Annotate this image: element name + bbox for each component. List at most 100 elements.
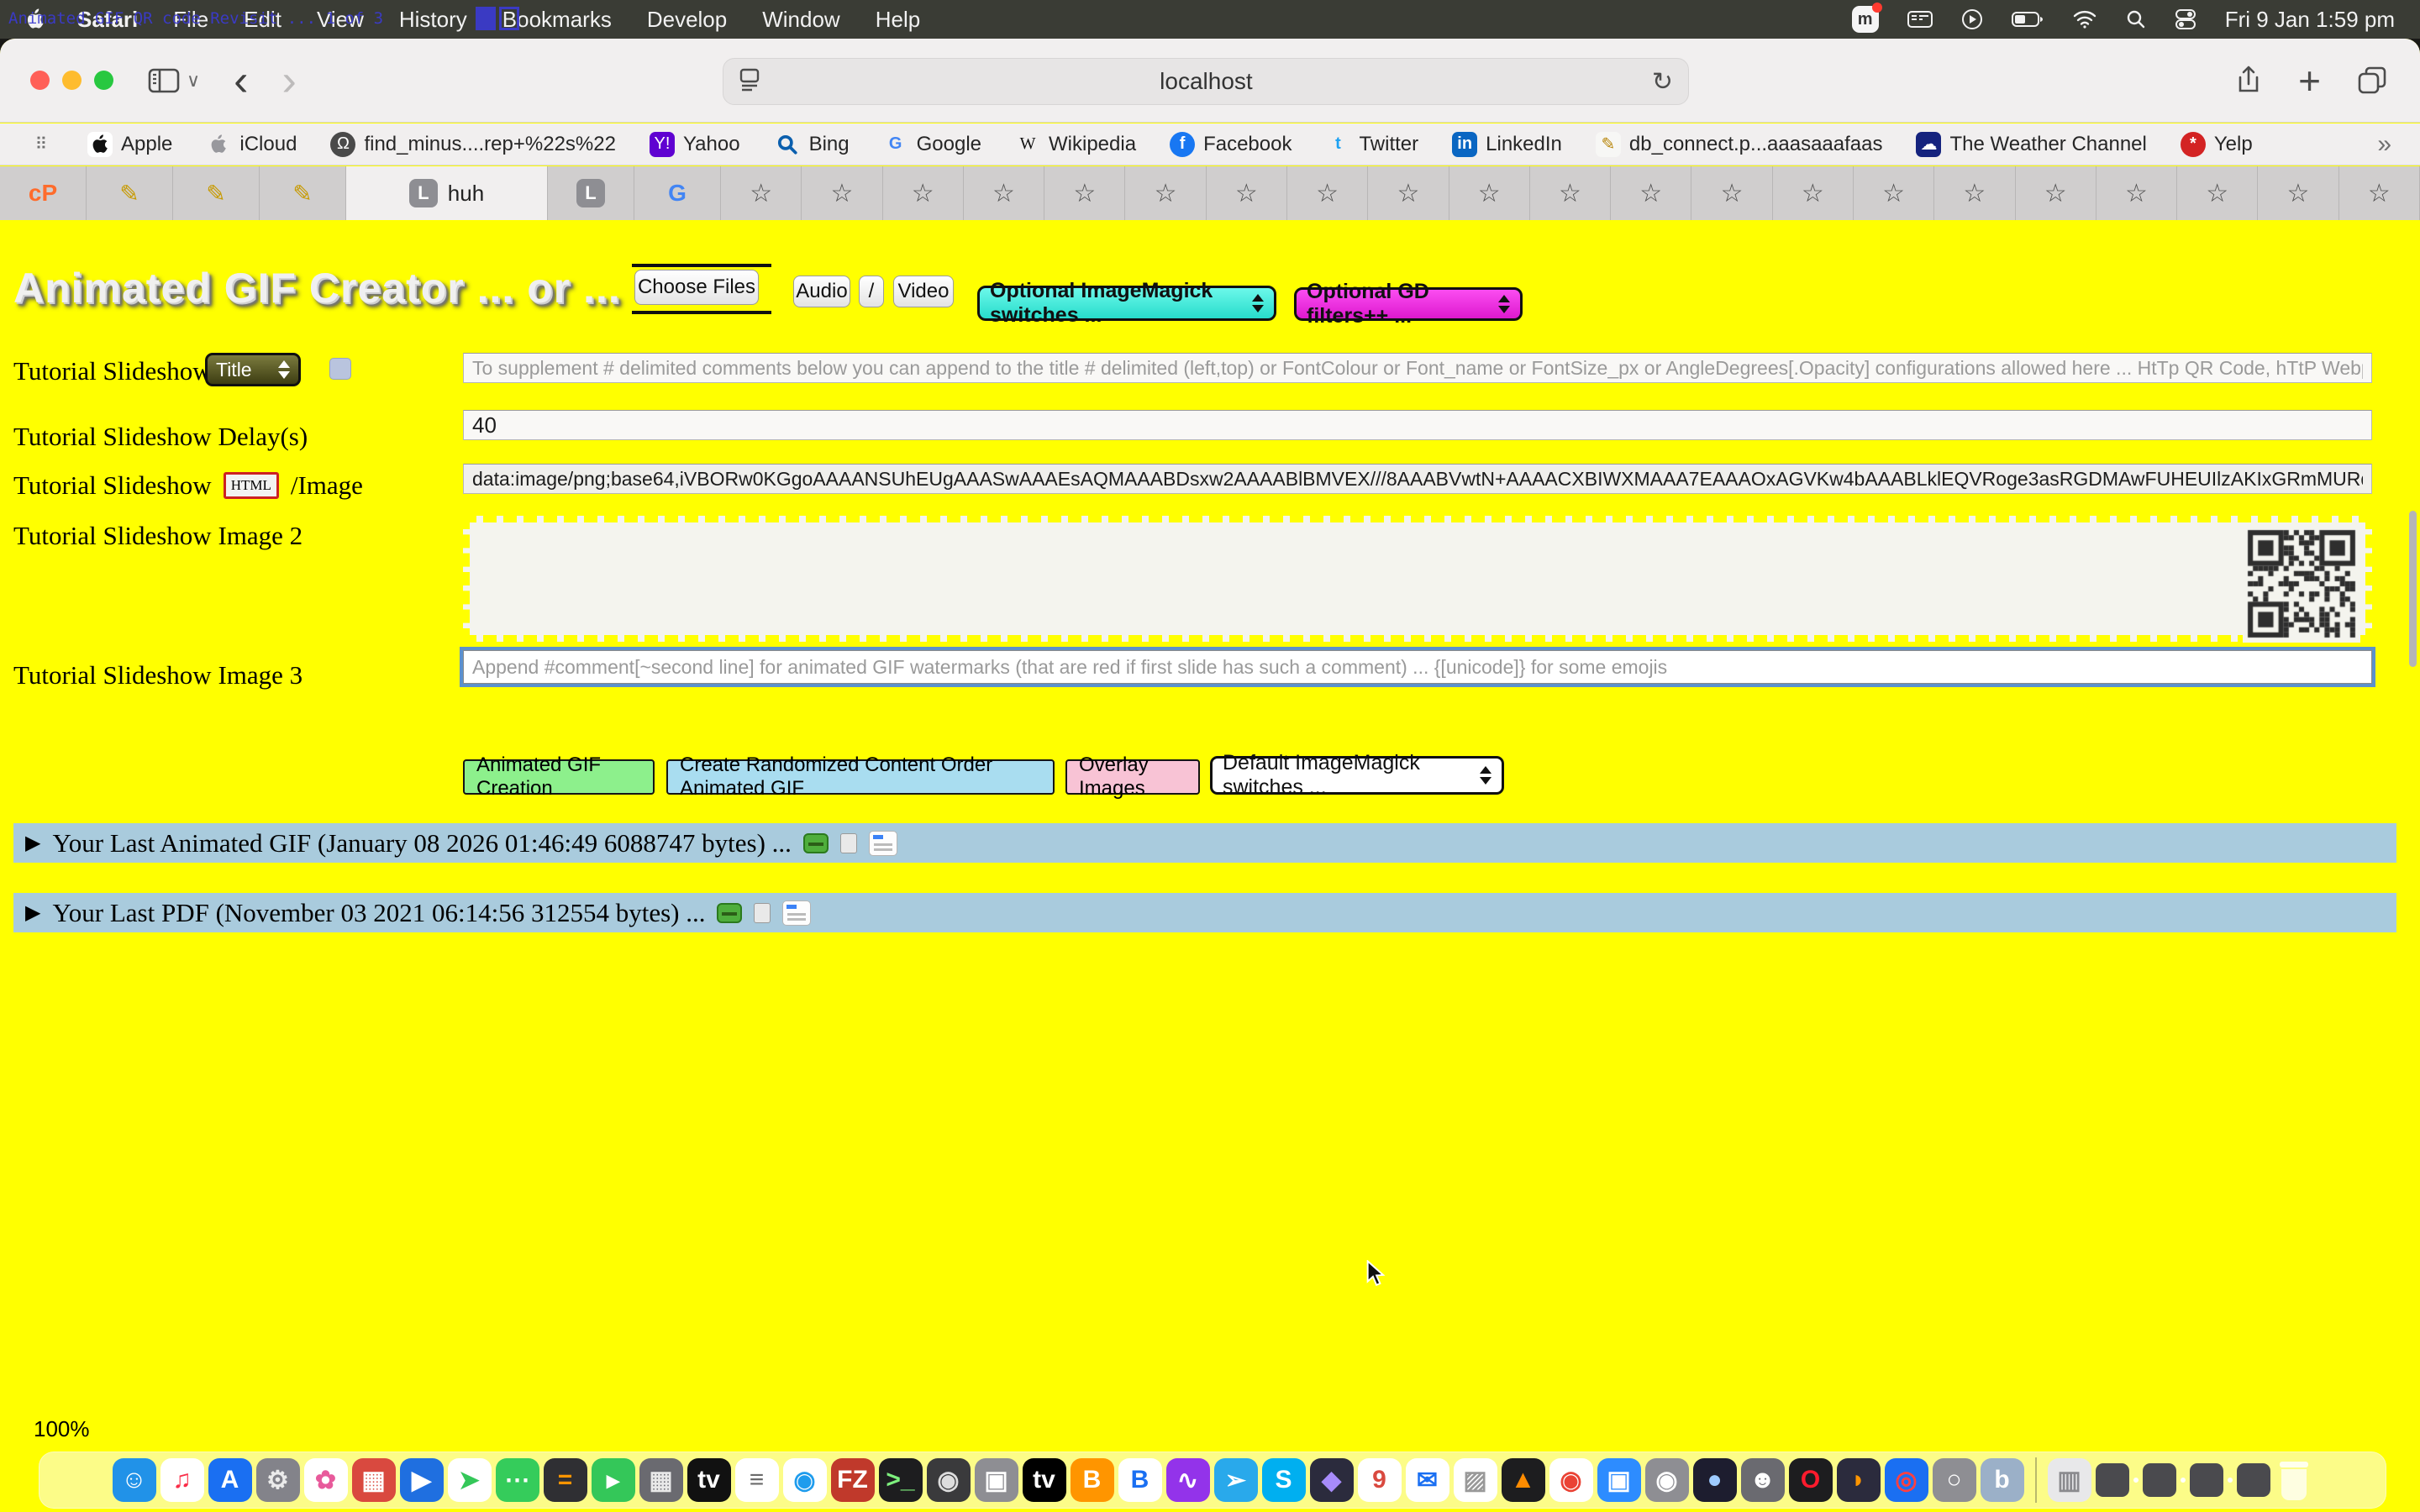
dock-earth[interactable]: ● xyxy=(1693,1458,1737,1502)
sidebar-icon[interactable] xyxy=(148,68,180,93)
dock-terminal[interactable]: >_ xyxy=(879,1458,923,1502)
dock-magnifier-app[interactable]: ○ xyxy=(1933,1458,1976,1502)
tab-empty-17[interactable]: ☆ xyxy=(2016,166,2096,220)
imagemagick-switches-select[interactable]: Optional ImageMagick switches ... xyxy=(977,286,1276,321)
dock-dock-divider[interactable] xyxy=(2035,1457,2037,1503)
file-icon[interactable] xyxy=(840,833,857,853)
dock-maps[interactable]: ➤ xyxy=(448,1458,492,1502)
disclosure-triangle-icon[interactable]: ▶ xyxy=(25,831,40,855)
sidebar-chevron-icon[interactable]: ∨ xyxy=(187,70,200,92)
tab-empty-7[interactable]: ☆ xyxy=(1207,166,1287,220)
overlay-images-button[interactable]: Overlay Images xyxy=(1065,759,1200,795)
dock-books[interactable]: B xyxy=(1071,1458,1114,1502)
dock-finder[interactable]: ☺ xyxy=(113,1458,156,1502)
favorite-db-connect[interactable]: ✎db_connect.p...aaasaaafaas xyxy=(1596,132,1883,157)
tab-empty-4[interactable]: ☆ xyxy=(964,166,1044,220)
choose-files-button[interactable]: Choose Files xyxy=(634,270,759,305)
favorite-find-minus[interactable]: Ωfind_minus....rep+%22s%22 xyxy=(330,132,616,157)
wifi-icon[interactable] xyxy=(2072,9,2097,29)
favorite-favorites-grid[interactable]: ⠿ xyxy=(29,132,54,157)
tab-empty-10[interactable]: ☆ xyxy=(1449,166,1530,220)
title-checkbox[interactable] xyxy=(329,358,351,380)
default-imagemagick-select[interactable]: Default ImageMagick switches ... xyxy=(1210,756,1504,795)
close-window-button[interactable] xyxy=(30,71,50,90)
dock-minimized-window-4[interactable] xyxy=(2237,1463,2270,1497)
dock-textedit[interactable]: ≡ xyxy=(735,1458,779,1502)
tab-overview-icon[interactable] xyxy=(2358,66,2386,95)
favorite-icloud[interactable]: iCloud xyxy=(206,132,297,157)
gif-thumbnail-icon[interactable] xyxy=(803,833,829,853)
zoom-window-button[interactable] xyxy=(94,71,113,90)
dock-minimized-window-1[interactable] xyxy=(2096,1463,2129,1497)
gif-thumbnail-icon[interactable] xyxy=(717,903,742,923)
favorite-yahoo[interactable]: Y!Yahoo xyxy=(650,132,740,157)
tab-google[interactable]: G xyxy=(634,166,721,220)
compose-icon[interactable] xyxy=(782,900,811,926)
tab-empty-3[interactable]: ☆ xyxy=(883,166,964,220)
play-icon[interactable] xyxy=(1961,8,1983,30)
favorites-overflow-chevron[interactable]: » xyxy=(2377,130,2391,159)
dock-firefox[interactable]: ◗ xyxy=(1837,1458,1881,1502)
scrollbar-thumb[interactable] xyxy=(2409,511,2417,667)
dock-zoom[interactable]: ▣ xyxy=(1597,1458,1641,1502)
favorite-facebook[interactable]: fFacebook xyxy=(1170,132,1292,157)
tab-empty-5[interactable]: ☆ xyxy=(1044,166,1125,220)
dock-photo-booth[interactable]: ◉ xyxy=(1645,1458,1689,1502)
dock-display-prefs[interactable]: ▥ xyxy=(2048,1458,2091,1502)
dock-bluetooth-settings[interactable]: b xyxy=(1981,1458,2024,1502)
menu-bar-clock[interactable]: Fri 9 Jan 1:59 pm xyxy=(2225,7,2395,33)
tab-empty-14[interactable]: ☆ xyxy=(1773,166,1854,220)
dock-apple-tv[interactable]: tv xyxy=(1023,1458,1066,1502)
dock-podcasts[interactable]: ∿ xyxy=(1166,1458,1210,1502)
keyboard-icon[interactable] xyxy=(1907,9,1933,29)
tab-editor-2[interactable]: ✎ xyxy=(173,166,260,220)
favorite-weather-channel[interactable]: ☁The Weather Channel xyxy=(1916,132,2146,157)
tab-cpanel[interactable]: cP xyxy=(0,166,87,220)
favorite-yelp[interactable]: *Yelp xyxy=(2181,132,2253,157)
app-status-icon[interactable]: m xyxy=(1852,6,1879,33)
dock-calendar[interactable]: 9 xyxy=(1358,1458,1402,1502)
last-animated-gif-bar[interactable]: ▶ Your Last Animated GIF (January 08 202… xyxy=(13,823,2396,863)
dock-bbedit[interactable]: B xyxy=(1118,1458,1162,1502)
comment-input[interactable] xyxy=(463,650,2372,684)
data-uri-input[interactable] xyxy=(463,464,2372,494)
dock-trash[interactable] xyxy=(2275,1458,2313,1502)
dock-skype[interactable]: S xyxy=(1262,1458,1306,1502)
dock-vlc[interactable]: ▲ xyxy=(1502,1458,1545,1502)
dock-minimized-window-2[interactable] xyxy=(2143,1463,2176,1497)
favorite-wikipedia[interactable]: WWikipedia xyxy=(1015,132,1136,157)
dock-music[interactable]: ♫ xyxy=(160,1458,204,1502)
dock-mail[interactable]: ✉ xyxy=(1406,1458,1449,1502)
minimize-window-button[interactable] xyxy=(62,71,82,90)
last-pdf-bar[interactable]: ▶ Your Last PDF (November 03 2021 06:14:… xyxy=(13,893,2396,932)
spotlight-icon[interactable] xyxy=(2126,9,2146,29)
control-center-icon[interactable] xyxy=(2175,8,2196,30)
audio-button[interactable]: Audio xyxy=(793,276,850,307)
new-tab-icon[interactable]: + xyxy=(2298,58,2321,103)
favorite-twitter[interactable]: tTwitter xyxy=(1325,132,1418,157)
tab-empty-9[interactable]: ☆ xyxy=(1368,166,1449,220)
tab-empty-8[interactable]: ☆ xyxy=(1287,166,1368,220)
tab-empty-16[interactable]: ☆ xyxy=(1934,166,2015,220)
randomized-order-button[interactable]: Create Randomized Content Order Animated… xyxy=(666,759,1055,795)
reload-icon[interactable]: ↻ xyxy=(1652,67,1673,97)
dock-messages[interactable]: ⋯ xyxy=(496,1458,539,1502)
disclosure-triangle-icon[interactable]: ▶ xyxy=(25,900,40,925)
dock-app-store[interactable]: A xyxy=(208,1458,252,1502)
tab-empty-12[interactable]: ☆ xyxy=(1611,166,1691,220)
dock-handbrake[interactable]: ▣ xyxy=(975,1458,1018,1502)
tab-empty-6[interactable]: ☆ xyxy=(1125,166,1206,220)
animated-gif-creation-button[interactable]: Animated GIF Creation xyxy=(463,759,655,795)
dock-quicktime[interactable]: ▶ xyxy=(400,1458,444,1502)
dock-chrome[interactable]: ◉ xyxy=(1549,1458,1593,1502)
dock-telegram[interactable]: ➢ xyxy=(1214,1458,1258,1502)
url-text[interactable]: localhost xyxy=(760,68,1652,95)
tab-l-page[interactable]: L xyxy=(548,166,634,220)
share-icon[interactable] xyxy=(2236,66,2261,96)
dock-system-settings[interactable]: ⚙ xyxy=(256,1458,300,1502)
dock-facetime[interactable]: ▸ xyxy=(592,1458,635,1502)
dock-preview[interactable]: ▨ xyxy=(1454,1458,1497,1502)
battery-icon[interactable] xyxy=(2012,11,2044,28)
favorite-apple[interactable]: Apple xyxy=(87,132,172,157)
dock-opera[interactable]: O xyxy=(1789,1458,1833,1502)
